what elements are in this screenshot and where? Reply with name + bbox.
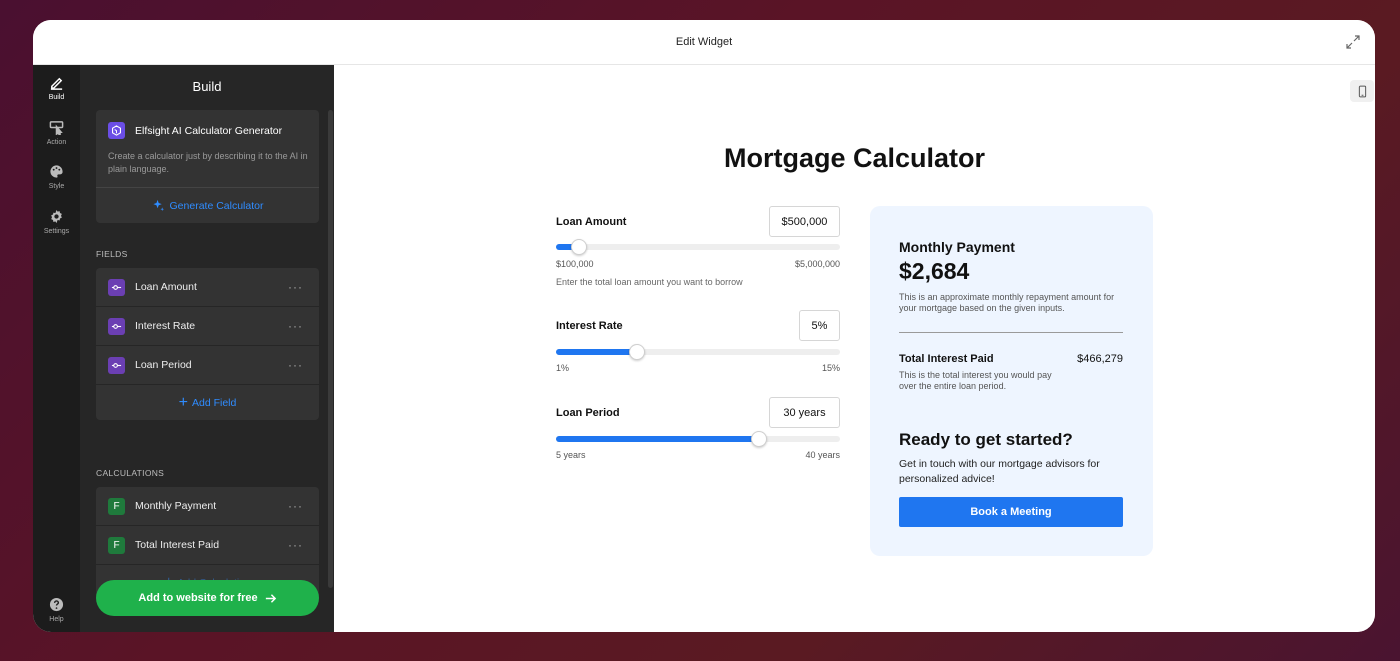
cursor-icon bbox=[49, 121, 64, 135]
slider-thumb[interactable] bbox=[629, 344, 645, 360]
mobile-device-icon bbox=[1358, 85, 1366, 97]
loan-period-label: Loan Period bbox=[556, 407, 620, 419]
generate-calculator-label: Generate Calculator bbox=[169, 199, 264, 212]
calculation-item-monthly-payment[interactable]: F Monthly Payment ··· bbox=[96, 487, 319, 526]
monthly-payment-amount: $2,684 bbox=[899, 258, 970, 284]
loan-period-max: 40 years bbox=[805, 450, 840, 460]
result-card: Monthly Payment $2,684 This is an approx… bbox=[870, 206, 1153, 556]
slider-field-icon bbox=[108, 356, 125, 374]
fields-section-label: FIELDS bbox=[96, 249, 128, 259]
editor-window: Edit Widget Build Action Style Settings … bbox=[33, 20, 1375, 632]
panel-scrollbar[interactable] bbox=[328, 110, 333, 588]
mobile-preview-button[interactable] bbox=[1350, 80, 1374, 102]
ai-generator-description: Create a calculator just by describing i… bbox=[108, 151, 308, 174]
loan-period-field: Loan Period 30 years 5 years 40 years bbox=[556, 397, 840, 462]
window-title: Edit Widget bbox=[675, 36, 733, 48]
expand-icon[interactable] bbox=[1345, 34, 1361, 50]
ai-generator-card: Elfsight AI Calculator Generator Create … bbox=[96, 110, 319, 223]
loan-amount-max: $5,000,000 bbox=[794, 259, 840, 269]
left-rail: Build Action Style Settings Help bbox=[33, 65, 80, 632]
add-field-button[interactable]: + Add Field bbox=[96, 385, 319, 420]
rail-item-settings[interactable]: Settings bbox=[33, 209, 80, 249]
slider-fill bbox=[556, 349, 637, 355]
interest-rate-min: 1% bbox=[556, 363, 570, 373]
loan-amount-label: Loan Amount bbox=[556, 216, 627, 228]
total-interest-value: $466,279 bbox=[1077, 353, 1123, 365]
loan-amount-input[interactable]: $500,000 bbox=[769, 206, 840, 237]
rail-item-action[interactable]: Action bbox=[33, 120, 80, 160]
rail-label: Help bbox=[49, 616, 64, 623]
more-options-icon[interactable]: ··· bbox=[288, 280, 303, 294]
more-options-icon[interactable]: ··· bbox=[288, 499, 303, 513]
field-item-loan-period[interactable]: Loan Period ··· bbox=[96, 346, 319, 385]
generate-calculator-button[interactable]: Generate Calculator bbox=[96, 188, 319, 223]
rail-label: Action bbox=[46, 139, 67, 146]
gear-icon bbox=[51, 209, 62, 224]
interest-rate-slider[interactable] bbox=[556, 344, 840, 360]
more-options-icon[interactable]: ··· bbox=[288, 358, 303, 372]
rail-label: Style bbox=[48, 183, 65, 190]
rail-label: Settings bbox=[43, 228, 70, 235]
formula-icon: F bbox=[108, 497, 125, 515]
loan-amount-help: Enter the total loan amount you want to … bbox=[556, 277, 743, 287]
total-interest-title: Total Interest Paid bbox=[899, 353, 994, 365]
calculations-section-label: CALCULATIONS bbox=[96, 468, 165, 478]
book-meeting-button[interactable]: Book a Meeting bbox=[899, 497, 1123, 527]
palette-icon bbox=[50, 165, 63, 178]
add-field-label: Add Field bbox=[191, 396, 237, 409]
arrow-right-icon bbox=[265, 593, 276, 603]
monthly-payment-title: Monthly Payment bbox=[899, 239, 1015, 255]
interest-rate-max: 15% bbox=[821, 363, 840, 373]
monthly-payment-description: This is an approximate monthly repayment… bbox=[899, 292, 1115, 313]
panel-title: Build bbox=[192, 79, 222, 94]
more-options-icon[interactable]: ··· bbox=[288, 319, 303, 333]
calculation-item-total-interest-paid[interactable]: F Total Interest Paid ··· bbox=[96, 526, 319, 565]
cta-heading: Ready to get started? bbox=[899, 430, 1073, 449]
rail-label: Build bbox=[48, 94, 65, 101]
cta-text: Get in touch with our mortgage advisors … bbox=[899, 458, 1100, 485]
build-panel: Build Elfsight AI Calculator Generator C… bbox=[80, 65, 334, 632]
add-to-website-button[interactable]: Add to website for free bbox=[96, 580, 319, 616]
divider bbox=[899, 332, 1123, 333]
loan-amount-field: Loan Amount $500,000 $100,000 $5,000,000… bbox=[556, 206, 840, 291]
ai-generator-title: Elfsight AI Calculator Generator bbox=[135, 124, 283, 137]
sparkle-icon bbox=[152, 199, 164, 212]
elfsight-logo-icon bbox=[108, 122, 125, 139]
slider-thumb[interactable] bbox=[571, 239, 587, 255]
help-icon bbox=[49, 597, 64, 612]
field-label: Interest Rate bbox=[135, 320, 196, 332]
rail-item-help[interactable]: Help bbox=[33, 597, 80, 632]
slider-fill bbox=[556, 436, 759, 442]
interest-rate-label: Interest Rate bbox=[556, 320, 623, 332]
interest-rate-field: Interest Rate 5% 1% 15% bbox=[556, 310, 840, 375]
field-item-interest-rate[interactable]: Interest Rate ··· bbox=[96, 307, 319, 346]
slider-field-icon bbox=[108, 278, 125, 296]
calculator-title: Mortgage Calculator bbox=[723, 143, 986, 173]
field-item-loan-amount[interactable]: Loan Amount ··· bbox=[96, 268, 319, 307]
field-label: Loan Amount bbox=[135, 281, 197, 293]
add-to-website-label: Add to website for free bbox=[138, 592, 258, 604]
loan-amount-min: $100,000 bbox=[556, 259, 594, 269]
slider-field-icon bbox=[108, 317, 125, 335]
rail-item-build[interactable]: Build bbox=[33, 75, 80, 115]
interest-rate-input[interactable]: 5% bbox=[799, 310, 840, 341]
widget-preview: Mortgage Calculator Loan Amount $500,000… bbox=[334, 65, 1375, 632]
loan-period-input[interactable]: 30 years bbox=[769, 397, 840, 428]
rail-item-style[interactable]: Style bbox=[33, 164, 80, 204]
plus-icon: + bbox=[178, 393, 188, 411]
loan-period-min: 5 years bbox=[556, 450, 586, 460]
total-interest-description: This is the total interest you would pay… bbox=[899, 370, 1052, 391]
more-options-icon[interactable]: ··· bbox=[288, 538, 303, 552]
slider-thumb[interactable] bbox=[751, 431, 767, 447]
top-bar: Edit Widget bbox=[33, 20, 1375, 65]
formula-icon: F bbox=[108, 536, 125, 554]
field-label: Loan Period bbox=[135, 359, 192, 371]
calculation-label: Monthly Payment bbox=[135, 500, 217, 512]
loan-period-slider[interactable] bbox=[556, 431, 840, 447]
pencil-icon bbox=[50, 77, 63, 90]
fields-list: Loan Amount ··· Interest Rate ··· Loan P… bbox=[96, 268, 319, 420]
calculation-label: Total Interest Paid bbox=[135, 539, 220, 551]
loan-amount-slider[interactable] bbox=[556, 239, 840, 255]
